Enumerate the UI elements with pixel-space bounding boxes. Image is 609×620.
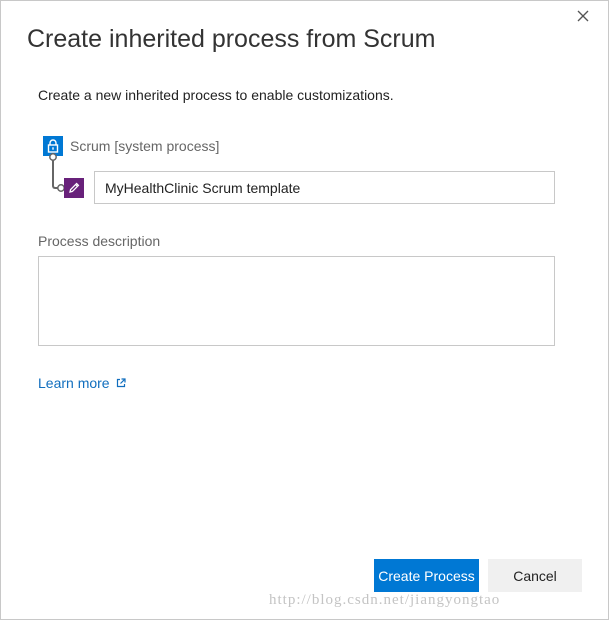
close-icon[interactable] xyxy=(576,9,590,23)
connector-node xyxy=(49,153,57,161)
create-process-dialog: Create inherited process from Scrum Crea… xyxy=(0,0,609,620)
dialog-subtitle: Create a new inherited process to enable… xyxy=(38,87,394,103)
parent-process-row: Scrum [system process] xyxy=(43,136,219,156)
process-name-input[interactable] xyxy=(94,171,555,204)
external-link-icon xyxy=(116,378,126,388)
learn-more-label: Learn more xyxy=(38,375,110,391)
parent-process-label: Scrum [system process] xyxy=(70,138,220,154)
dialog-title: Create inherited process from Scrum xyxy=(27,25,436,53)
process-description-label: Process description xyxy=(38,233,161,249)
create-process-button[interactable]: Create Process xyxy=(374,559,479,592)
edit-icon xyxy=(64,178,84,198)
process-description-input[interactable] xyxy=(38,256,555,346)
learn-more-link[interactable]: Learn more xyxy=(38,375,126,391)
cancel-button[interactable]: Cancel xyxy=(488,559,582,592)
watermark-text: http://blog.csdn.net/jiangyongtao xyxy=(269,592,501,608)
